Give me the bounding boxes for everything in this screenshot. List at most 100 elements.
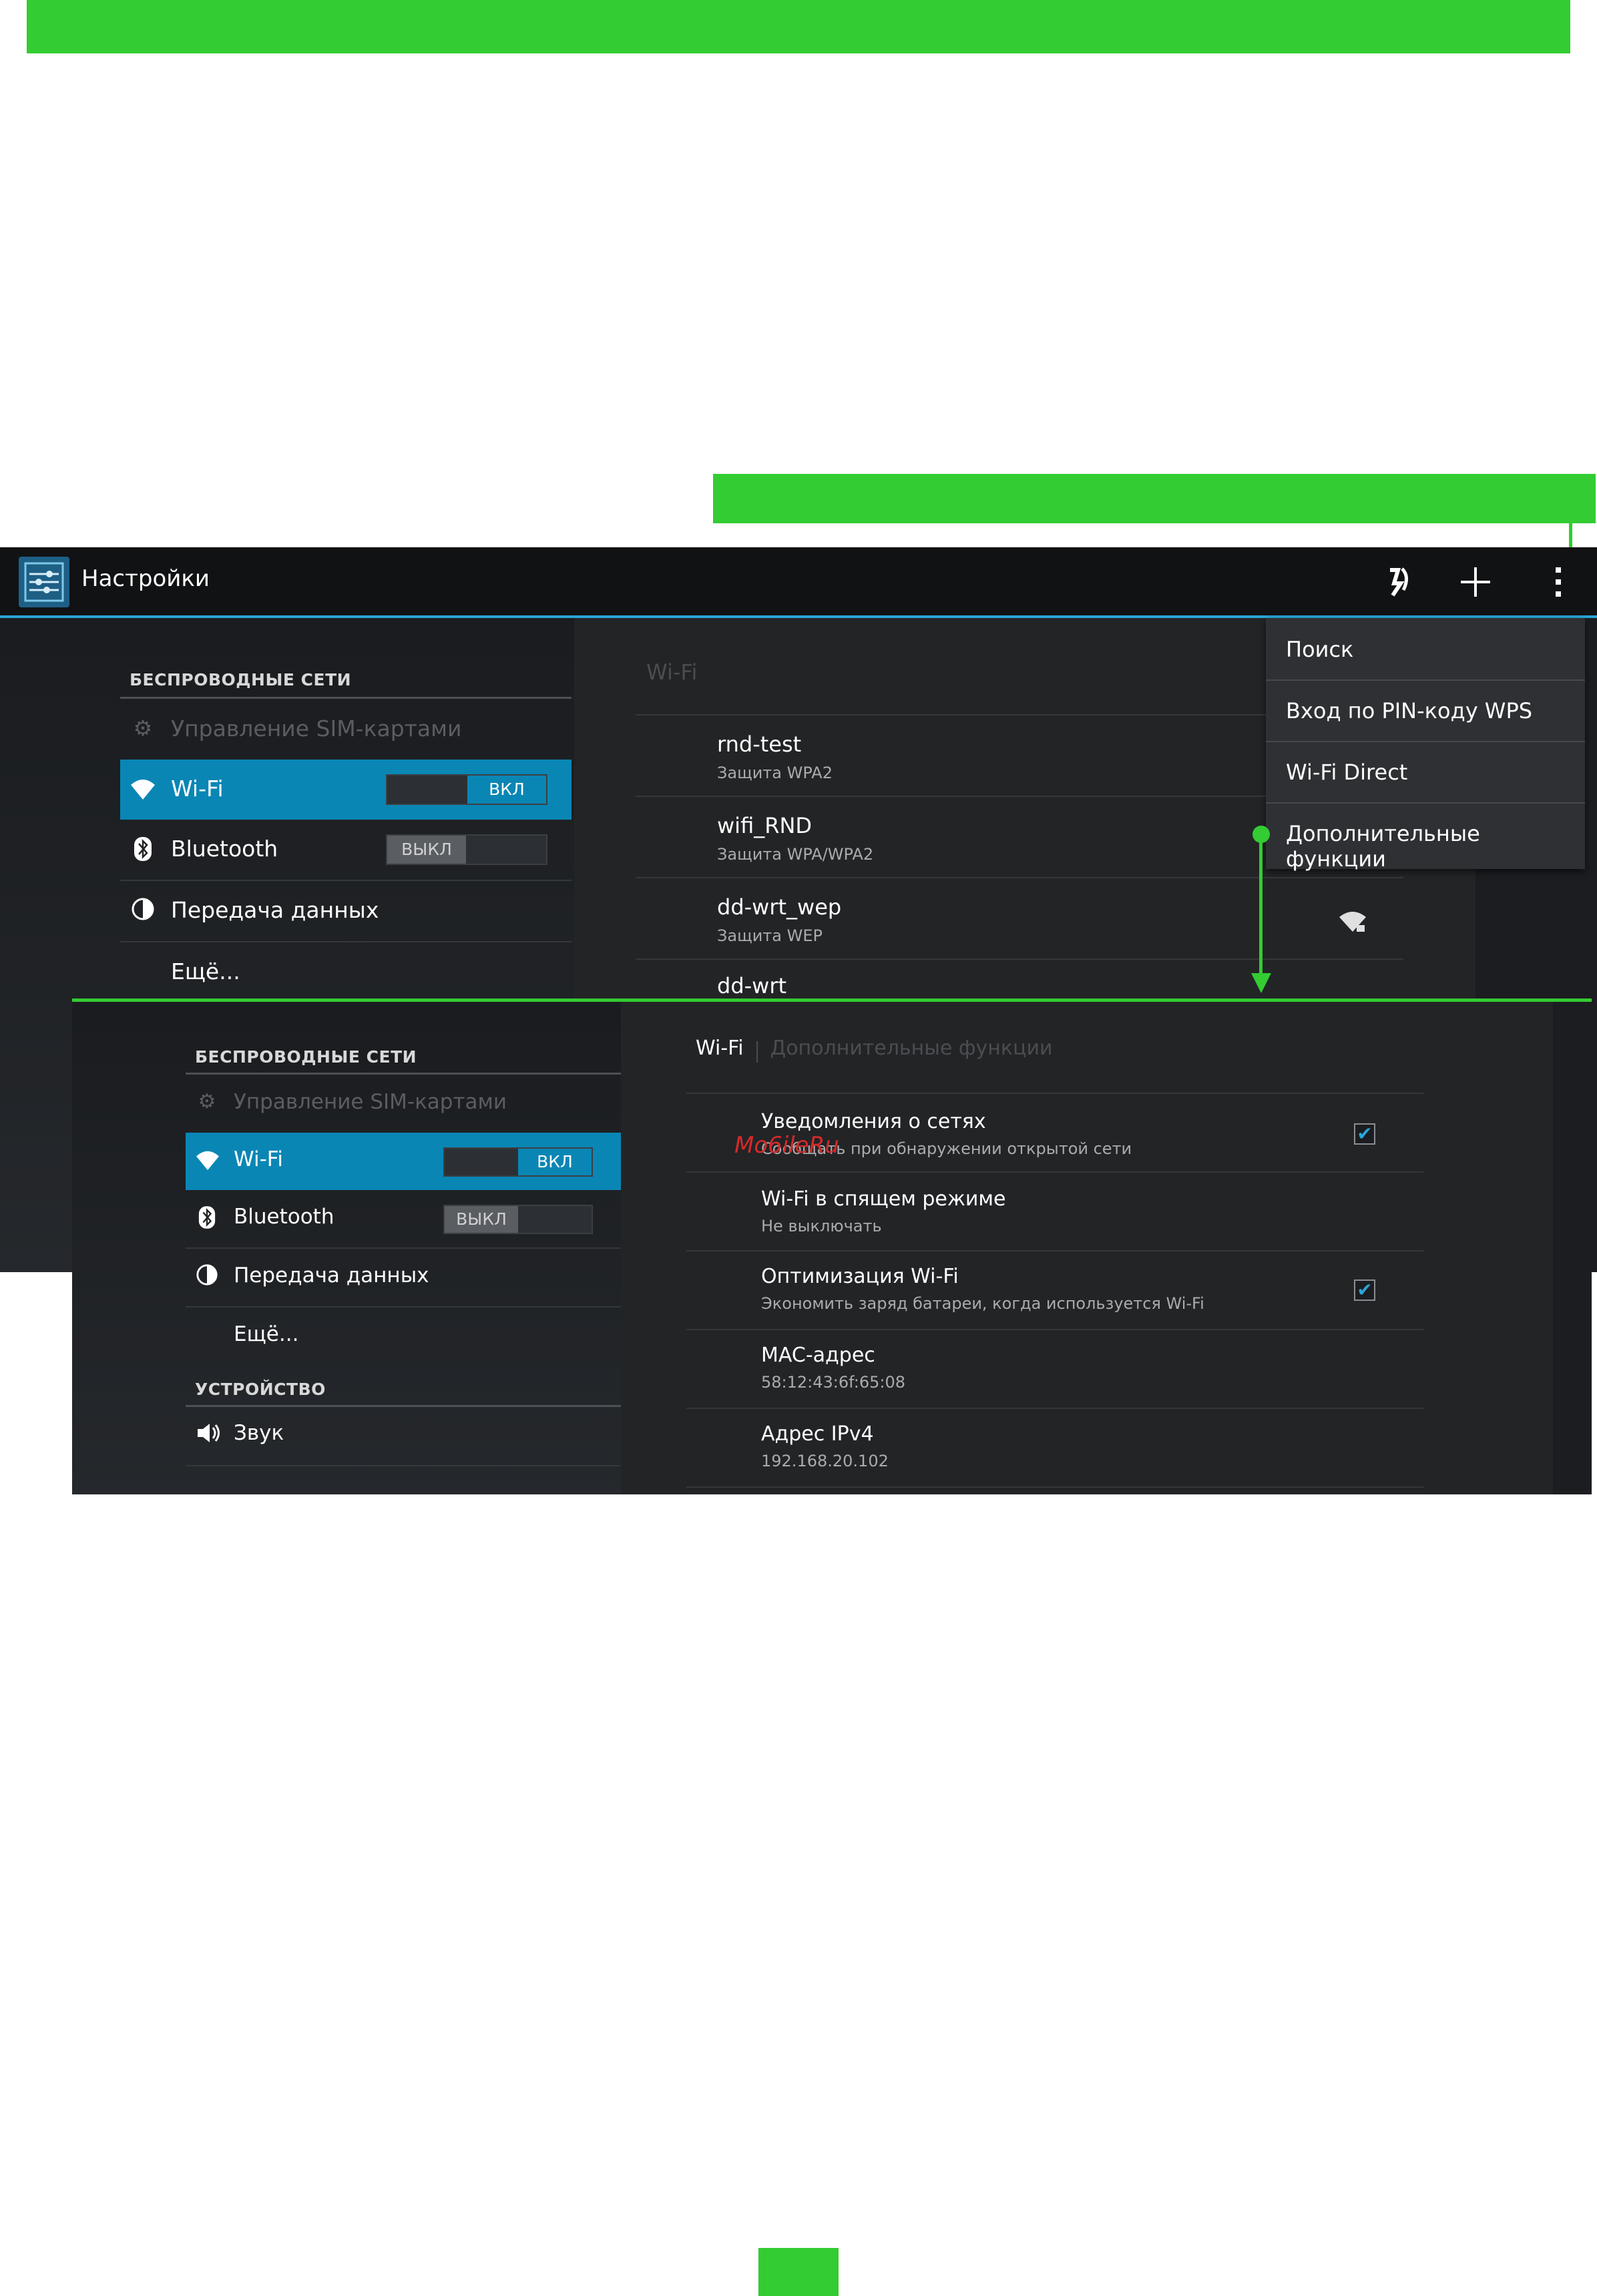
divider	[186, 1306, 621, 1308]
option-title: Уведомления о сетях	[761, 1110, 986, 1133]
sidebar-item-more[interactable]: Ещё...	[186, 1309, 621, 1365]
option-wifi-sleep[interactable]: Wi-Fi в спящем режиме Не выключать	[686, 1174, 1423, 1250]
section-header-device: УСТРОЙСТВО	[195, 1380, 326, 1399]
sidebar-item-label: Управление SIM-картами	[234, 1090, 507, 1114]
sidebar-item-label: Управление SIM-картами	[171, 715, 462, 742]
bluetooth-toggle[interactable]: ВЫКЛ	[386, 834, 547, 865]
sidebar-item-label: Bluetooth	[171, 836, 278, 862]
overflow-menu: Поиск Вход по PIN-коду WPS Wi-Fi Direct …	[1266, 618, 1585, 872]
option-title: Адрес IPv4	[761, 1422, 874, 1446]
sidebar-item-label: Wi-Fi	[234, 1147, 283, 1171]
toggle-state-off: ВЫКЛ	[387, 836, 466, 864]
volume-icon	[195, 1421, 222, 1448]
divider	[186, 1247, 621, 1249]
option-mac-address: MAC-адрес 58:12:43:6f:65:08	[686, 1332, 1423, 1408]
app-title: Настройки	[81, 565, 210, 592]
settings-screenshot-advanced: БЕСПРОВОДНЫЕ СЕТИ ⚙ Управление SIM-карта…	[72, 998, 1592, 1494]
option-ipv4-address: Адрес IPv4 192.168.20.102	[686, 1410, 1423, 1486]
section-divider	[186, 1405, 621, 1407]
menu-divider	[1266, 802, 1585, 804]
menu-item-wifi-direct[interactable]: Wi-Fi Direct	[1286, 760, 1407, 785]
bluetooth-toggle[interactable]: ВЫКЛ	[443, 1205, 593, 1234]
section-divider	[120, 697, 572, 699]
sidebar-item-label: Звук	[234, 1421, 284, 1445]
option-title: MAC-адрес	[761, 1344, 875, 1367]
settings-sidebar: БЕСПРОВОДНЫЕ СЕТИ ⚙ Управление SIM-карта…	[72, 1002, 621, 1494]
add-icon[interactable]	[1457, 563, 1494, 601]
option-subtitle: 192.168.20.102	[761, 1452, 889, 1470]
section-header-wireless: БЕСПРОВОДНЫЕ СЕТИ	[195, 1047, 417, 1067]
page-number-box	[758, 2248, 839, 2296]
menu-item-search[interactable]: Поиск	[1286, 637, 1353, 662]
wifi-toggle[interactable]: ВКЛ	[443, 1147, 593, 1177]
divider	[186, 1465, 621, 1466]
sidebar-item-data-usage[interactable]: Передача данных	[186, 1250, 621, 1306]
menu-item-advanced[interactable]: Дополнительные функции	[1286, 821, 1585, 872]
arrow-line	[1259, 834, 1263, 981]
sim-settings-icon: ⚙	[133, 715, 153, 741]
network-name: wifi_RND	[717, 813, 813, 838]
bluetooth-icon	[130, 836, 156, 862]
divider	[686, 1171, 1423, 1173]
breadcrumb: Wi-Fi Дополнительные функции	[696, 1037, 1052, 1066]
menu-item-wps-pin[interactable]: Вход по PIN-коду WPS	[1286, 698, 1532, 724]
action-bar: Настройки	[0, 547, 1597, 618]
breadcrumb-root[interactable]: Wi-Fi	[696, 1037, 744, 1060]
sidebar-item-data-usage[interactable]: Передача данных	[120, 882, 572, 941]
sidebar-item-more[interactable]: Ещё...	[120, 944, 572, 1002]
network-item[interactable]: dd-wrt_wep Защита WEP	[636, 880, 1403, 958]
option-title: Wi-Fi в спящем режиме	[761, 1187, 1006, 1211]
menu-divider	[1266, 741, 1585, 742]
panel-title: Wi-Fi	[646, 659, 698, 685]
option-subtitle: Экономить заряд батареи, когда используе…	[761, 1294, 1204, 1313]
arrow-head	[1251, 973, 1271, 993]
divider	[686, 1486, 1423, 1488]
option-subtitle: Не выключать	[761, 1217, 882, 1235]
settings-app-icon[interactable]	[19, 557, 69, 607]
network-security: Защита WPA/WPA2	[717, 845, 874, 864]
bluetooth-icon	[195, 1205, 219, 1231]
wifi-toggle[interactable]: ВКЛ	[386, 774, 547, 805]
network-security: Защита WEP	[717, 926, 823, 945]
wifi-icon	[130, 777, 156, 804]
network-name: dd-wrt	[717, 973, 787, 998]
sim-settings-icon: ⚙	[198, 1090, 216, 1113]
network-name: dd-wrt_wep	[717, 894, 842, 920]
sidebar-item-sound[interactable]: Звук	[186, 1408, 621, 1464]
option-wifi-optimization[interactable]: Оптимизация Wi-Fi Экономить заряд батаре…	[686, 1253, 1423, 1329]
checkbox-checked[interactable]: ✔	[1354, 1279, 1375, 1301]
watermark-text: Mo6ileRu	[734, 1132, 839, 1159]
option-title: Оптимизация Wi-Fi	[761, 1265, 959, 1288]
sidebar-item-label: Bluetooth	[234, 1205, 334, 1229]
sidebar-item-label: Wi-Fi	[171, 776, 224, 802]
option-subtitle: 58:12:43:6f:65:08	[761, 1373, 905, 1392]
sidebar-item-label: Передача данных	[171, 897, 379, 923]
sidebar-item-bluetooth[interactable]: Bluetooth ВЫКЛ	[120, 821, 572, 880]
checkbox-checked[interactable]: ✔	[1354, 1123, 1375, 1145]
section-header-wireless: БЕСПРОВОДНЫЕ СЕТИ	[130, 670, 352, 689]
sidebar-item-sim[interactable]: ⚙ Управление SIM-картами	[186, 1075, 621, 1131]
sidebar-item-wifi[interactable]: Wi-Fi ВКЛ	[120, 760, 572, 820]
toggle-state-off: ВЫКЛ	[445, 1206, 518, 1233]
sidebar-item-wifi[interactable]: Wi-Fi ВКЛ	[186, 1133, 621, 1190]
overflow-menu-icon[interactable]	[1540, 563, 1577, 601]
sidebar-item-bluetooth[interactable]: Bluetooth ВЫКЛ	[186, 1191, 621, 1247]
breadcrumb-separator	[756, 1041, 758, 1063]
data-usage-icon	[195, 1263, 219, 1287]
advanced-wifi-panel: Wi-Fi Дополнительные функции Уведомления…	[621, 1002, 1553, 1494]
breadcrumb-current: Дополнительные функции	[770, 1037, 1053, 1060]
sidebar-item-sim[interactable]: ⚙ Управление SIM-картами	[120, 699, 572, 758]
sidebar-item-label: Ещё...	[171, 958, 240, 984]
divider	[686, 1408, 1423, 1409]
sync-icon[interactable]	[1378, 563, 1415, 601]
divider	[686, 1329, 1423, 1330]
network-name: rnd-test	[717, 732, 802, 757]
wifi-icon	[195, 1149, 219, 1173]
divider	[636, 958, 1403, 960]
divider	[636, 877, 1403, 878]
divider	[120, 880, 572, 881]
toggle-state-on: ВКЛ	[467, 776, 546, 804]
divider	[686, 1250, 1423, 1251]
data-usage-icon	[130, 897, 156, 924]
wifi-signal-locked-icon	[1338, 909, 1367, 934]
